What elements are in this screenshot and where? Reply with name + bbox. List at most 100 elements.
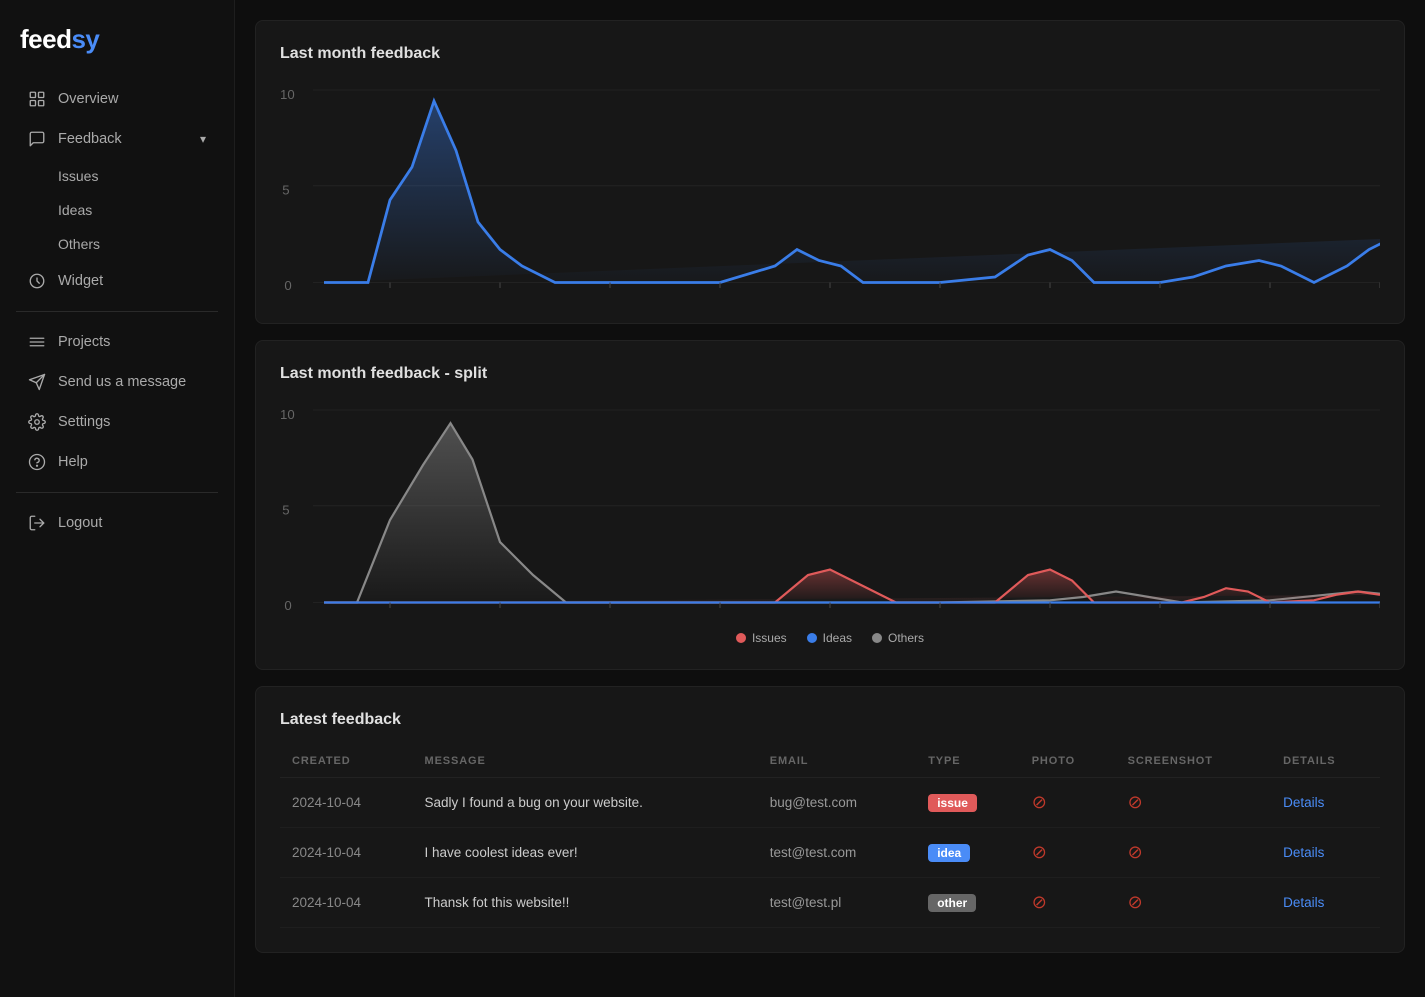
table-title: Latest feedback xyxy=(280,711,1380,729)
chart2-legend: Issues Ideas Others xyxy=(280,631,1380,645)
cell-created-2: 2024-10-04 xyxy=(280,878,413,928)
sidebar-item-ideas-label: Ideas xyxy=(58,202,92,218)
type-badge-2: other xyxy=(928,894,976,912)
chart2-card: Last month feedback - split 10 5 0 xyxy=(255,340,1405,670)
sidebar-item-widget[interactable]: Widget xyxy=(8,262,226,300)
col-email: EMAIL xyxy=(758,745,916,778)
cell-type-1: idea xyxy=(916,828,1020,878)
legend-issues-dot xyxy=(736,633,746,643)
sidebar-item-issues-label: Issues xyxy=(58,168,98,184)
feedback-table: CREATED MESSAGE EMAIL TYPE PHOTO SCREENS… xyxy=(280,745,1380,928)
chart2-svg: 10 5 0 xyxy=(280,399,1380,619)
logout-icon xyxy=(28,514,46,532)
sidebar-item-logout[interactable]: Logout xyxy=(8,504,226,542)
cell-type-0: issue xyxy=(916,778,1020,828)
details-link-1[interactable]: Details xyxy=(1283,845,1324,860)
screenshot-no-icon-0: ⊘ xyxy=(1128,792,1143,812)
feedback-table-container: CREATED MESSAGE EMAIL TYPE PHOTO SCREENS… xyxy=(280,745,1380,928)
cell-type-2: other xyxy=(916,878,1020,928)
cell-screenshot-2: ⊘ xyxy=(1116,878,1272,928)
chart2-y-label-5: 5 xyxy=(282,503,289,518)
cell-email-2: test@test.pl xyxy=(758,878,916,928)
details-link-2[interactable]: Details xyxy=(1283,895,1324,910)
chevron-down-icon: ▾ xyxy=(200,132,206,146)
legend-ideas: Ideas xyxy=(807,631,852,645)
type-badge-0: issue xyxy=(928,794,977,812)
col-screenshot: SCREENSHOT xyxy=(1116,745,1272,778)
send-icon xyxy=(28,373,46,391)
col-photo: PHOTO xyxy=(1020,745,1116,778)
sidebar-item-overview[interactable]: Overview xyxy=(8,80,226,118)
sidebar-item-projects[interactable]: Projects xyxy=(8,323,226,361)
sidebar-item-widget-label: Widget xyxy=(58,273,103,289)
sidebar: feedsy Overview Feedback ▾ Issues Ideas … xyxy=(0,0,235,997)
cell-message-2: Thansk fot this website!! xyxy=(413,878,758,928)
cell-details-2[interactable]: Details xyxy=(1271,878,1380,928)
sidebar-item-ideas[interactable]: Ideas xyxy=(8,194,226,226)
sidebar-item-issues[interactable]: Issues xyxy=(8,160,226,192)
chart1-y-label-10: 10 xyxy=(280,87,295,102)
chart1-title: Last month feedback xyxy=(280,45,1380,63)
sidebar-item-feedback-label: Feedback xyxy=(58,131,122,147)
col-type: TYPE xyxy=(916,745,1020,778)
sidebar-item-overview-label: Overview xyxy=(58,91,118,107)
sidebar-item-feedback[interactable]: Feedback ▾ xyxy=(8,120,226,158)
latest-feedback-card: Latest feedback CREATED MESSAGE EMAIL TY… xyxy=(255,686,1405,953)
chart1-area xyxy=(324,101,1380,283)
type-badge-1: idea xyxy=(928,844,970,862)
sidebar-item-settings-label: Settings xyxy=(58,414,110,430)
screenshot-no-icon-1: ⊘ xyxy=(1128,842,1143,862)
chart1-svg: 10 5 0 xyxy=(280,79,1380,299)
col-details: DETAILS xyxy=(1271,745,1380,778)
col-message: MESSAGE xyxy=(413,745,758,778)
cell-photo-2: ⊘ xyxy=(1020,878,1116,928)
main-content: Last month feedback 10 5 0 xyxy=(235,0,1425,997)
divider-2 xyxy=(16,492,218,493)
cell-photo-0: ⊘ xyxy=(1020,778,1116,828)
sidebar-item-help-label: Help xyxy=(58,454,88,470)
legend-others: Others xyxy=(872,631,924,645)
chart1-y-label-5: 5 xyxy=(282,183,289,198)
settings-icon xyxy=(28,413,46,431)
widget-icon xyxy=(28,272,46,290)
chart2-y-label-0: 0 xyxy=(284,598,291,613)
table-row: 2024-10-04 Sadly I found a bug on your w… xyxy=(280,778,1380,828)
cell-email-0: bug@test.com xyxy=(758,778,916,828)
divider-1 xyxy=(16,311,218,312)
legend-ideas-dot xyxy=(807,633,817,643)
overview-icon xyxy=(28,90,46,108)
feedback-icon xyxy=(28,130,46,148)
table-header: CREATED MESSAGE EMAIL TYPE PHOTO SCREENS… xyxy=(280,745,1380,778)
chart1-y-label-0: 0 xyxy=(284,278,291,293)
chart2-container: 10 5 0 xyxy=(280,399,1380,619)
cell-screenshot-1: ⊘ xyxy=(1116,828,1272,878)
cell-details-0[interactable]: Details xyxy=(1271,778,1380,828)
chart1-card: Last month feedback 10 5 0 xyxy=(255,20,1405,324)
legend-ideas-label: Ideas xyxy=(823,631,852,645)
help-icon xyxy=(28,453,46,471)
chart1-container: 10 5 0 xyxy=(280,79,1380,299)
sidebar-item-help[interactable]: Help xyxy=(8,443,226,481)
cell-created-1: 2024-10-04 xyxy=(280,828,413,878)
legend-issues-label: Issues xyxy=(752,631,787,645)
details-link-0[interactable]: Details xyxy=(1283,795,1324,810)
cell-created-0: 2024-10-04 xyxy=(280,778,413,828)
photo-no-icon-1: ⊘ xyxy=(1032,842,1047,862)
cell-screenshot-0: ⊘ xyxy=(1116,778,1272,828)
projects-icon xyxy=(28,333,46,351)
screenshot-no-icon-2: ⊘ xyxy=(1128,892,1143,912)
col-created: CREATED xyxy=(280,745,413,778)
sidebar-item-logout-label: Logout xyxy=(58,515,102,531)
sidebar-item-send-message[interactable]: Send us a message xyxy=(8,363,226,401)
legend-issues: Issues xyxy=(736,631,787,645)
sidebar-item-settings[interactable]: Settings xyxy=(8,403,226,441)
cell-details-1[interactable]: Details xyxy=(1271,828,1380,878)
sidebar-item-send-message-label: Send us a message xyxy=(58,374,186,390)
chart2-title: Last month feedback - split xyxy=(280,365,1380,383)
legend-others-label: Others xyxy=(888,631,924,645)
photo-no-icon-0: ⊘ xyxy=(1032,792,1047,812)
app-logo: feedsy xyxy=(0,20,234,79)
table-row: 2024-10-04 Thansk fot this website!! tes… xyxy=(280,878,1380,928)
sidebar-item-others[interactable]: Others xyxy=(8,228,226,260)
table-body: 2024-10-04 Sadly I found a bug on your w… xyxy=(280,778,1380,928)
